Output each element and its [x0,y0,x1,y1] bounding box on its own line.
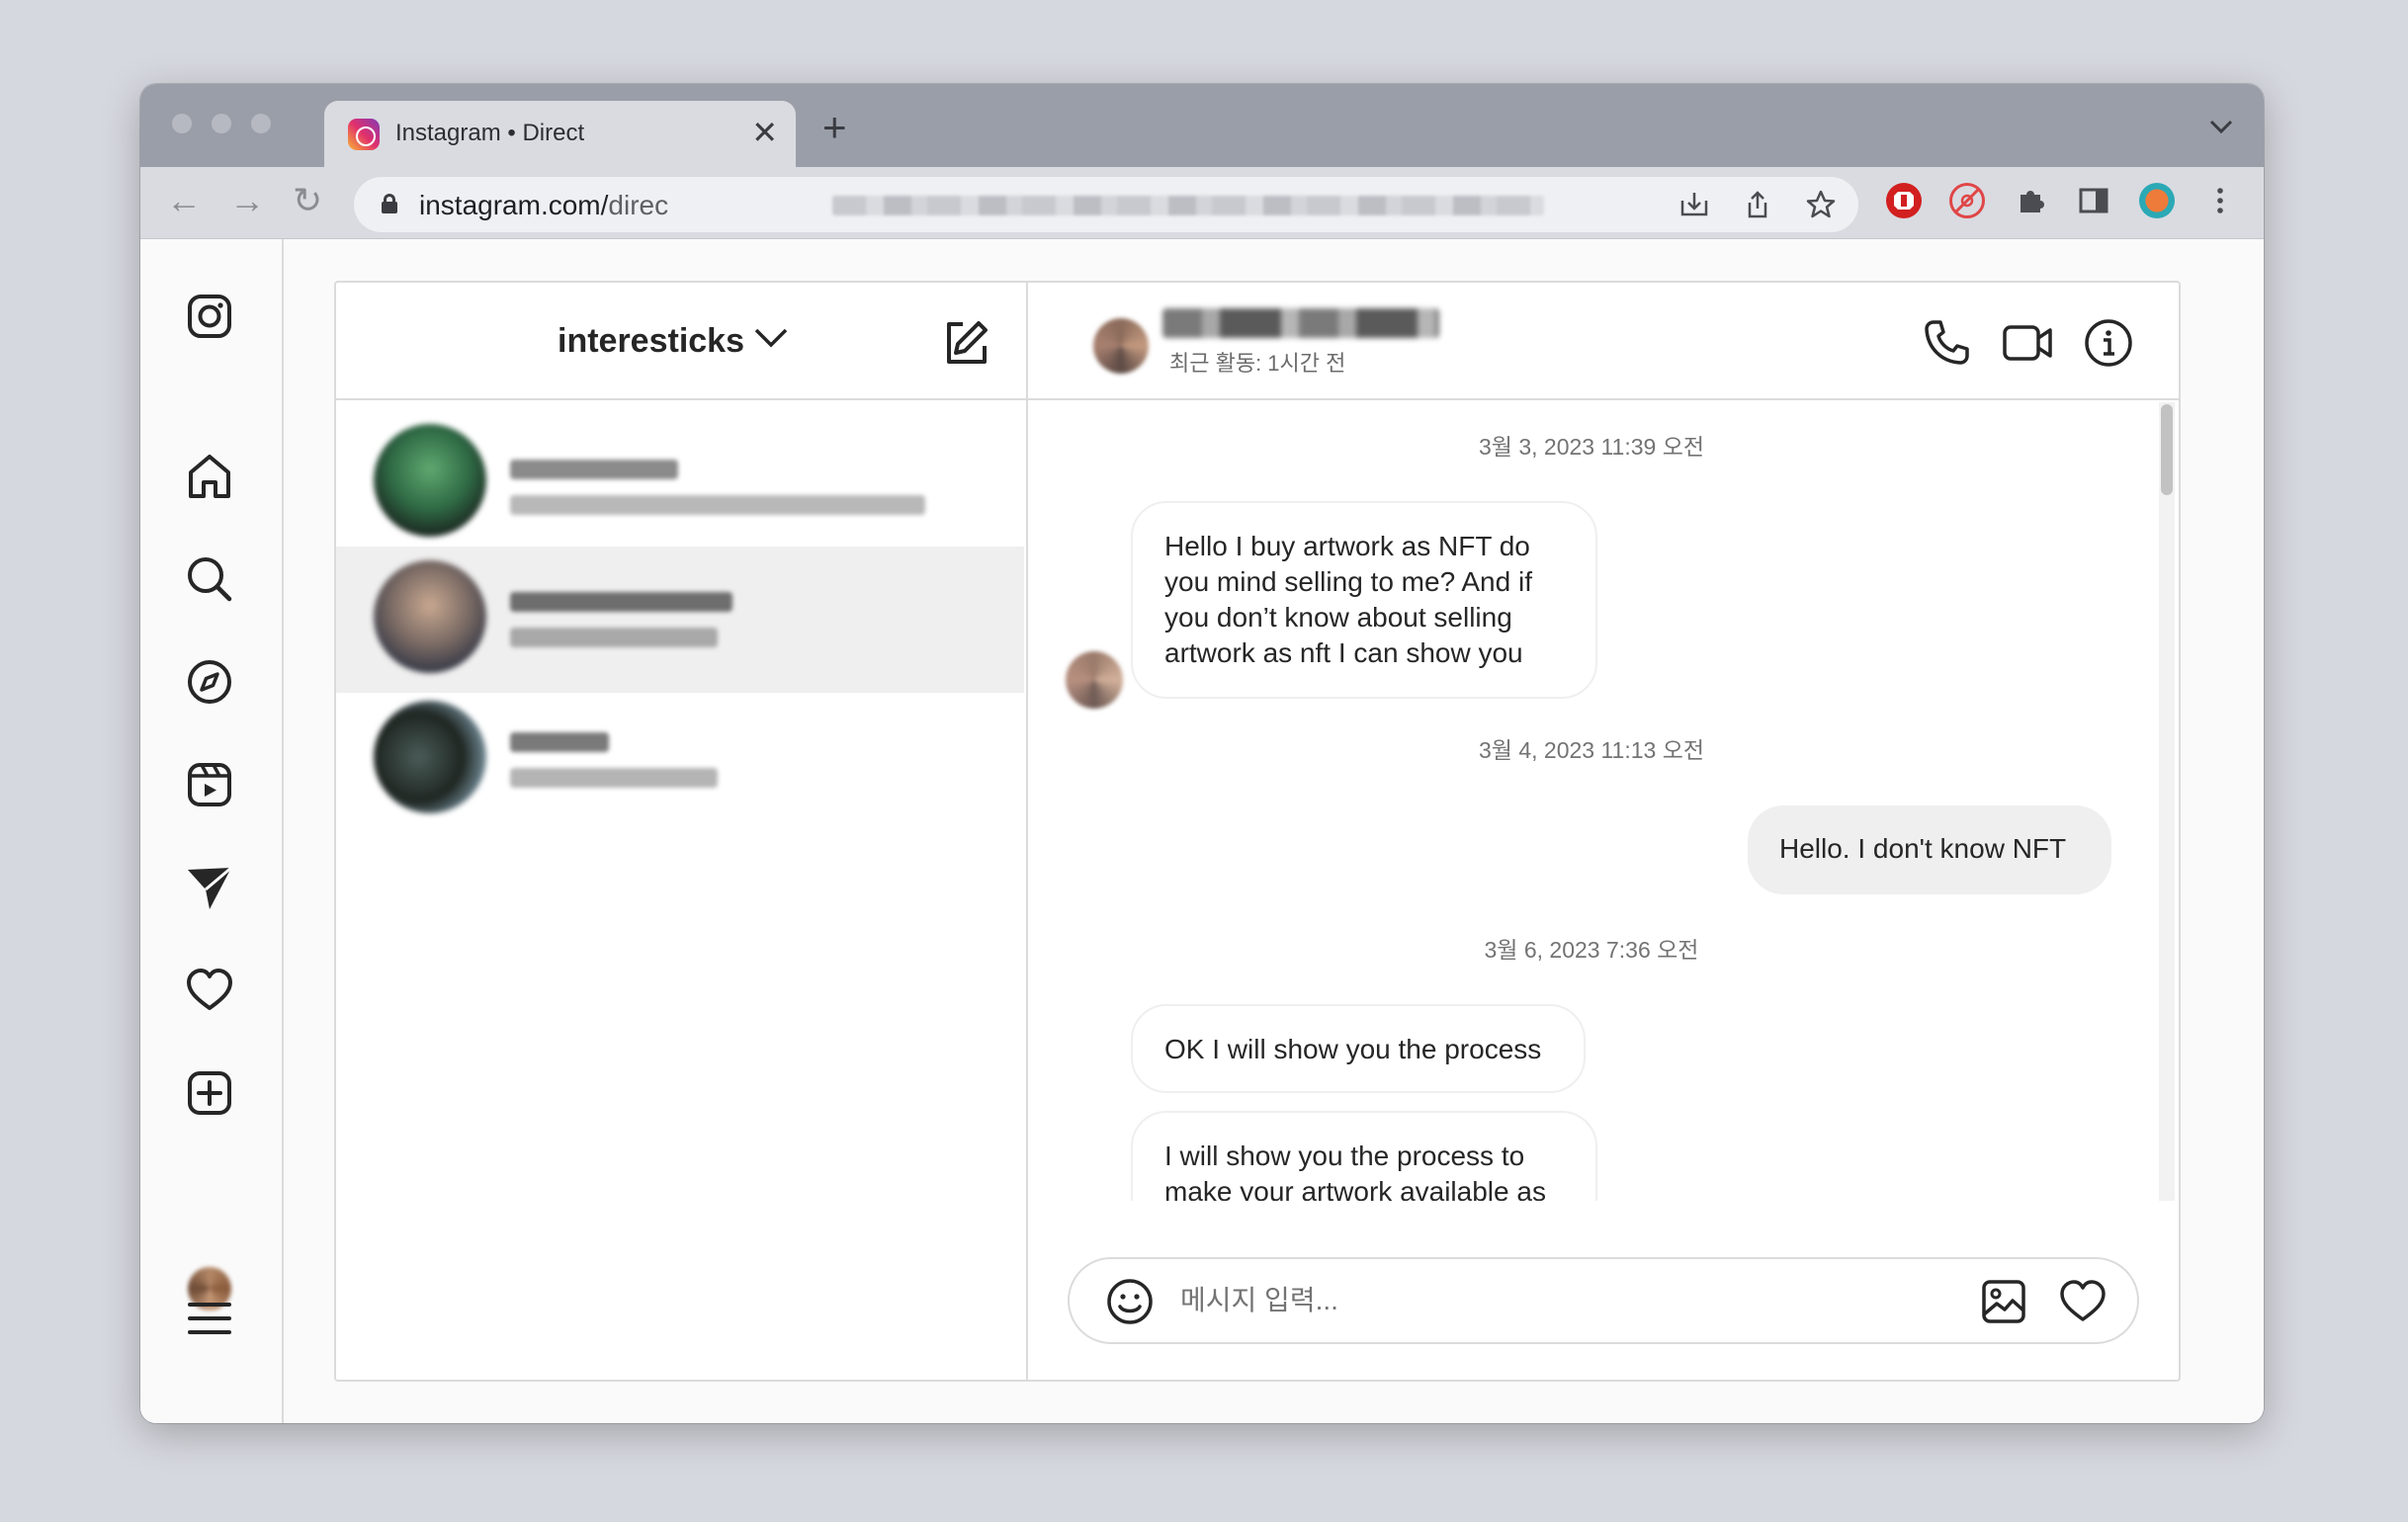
outgoing-message-bubble[interactable]: Hello. I don't know NFT [1748,805,2111,894]
last-active-status: 최근 활동: 1시간 전 [1169,351,1346,376]
sender-avatar[interactable] [1066,651,1123,709]
contact-avatar[interactable] [1093,318,1149,374]
browser-window: Instagram • Direct ✕ + ← → ↻ instagram.c… [140,84,2264,1423]
tab-title: Instagram • Direct [395,120,585,146]
inbox-header: interesticks [336,283,1026,400]
like-heart-icon[interactable] [2058,1277,2107,1326]
reload-button[interactable]: ↻ [293,181,322,220]
inbox-column: interesticks [336,283,1028,1380]
thread-name-redacted [510,460,678,479]
thread-name-redacted [510,732,609,752]
thread-avatar [374,560,486,673]
account-switcher-name[interactable]: interesticks [558,322,744,361]
image-upload-icon[interactable] [1979,1277,2028,1326]
browser-menu-icon[interactable] [2202,183,2238,218]
video-call-icon[interactable] [2001,316,2054,370]
emoji-picker-icon[interactable] [1105,1277,1155,1326]
address-bar[interactable]: instagram.com/direc [354,177,1858,232]
thread-preview-redacted [510,628,718,647]
install-icon[interactable] [1678,189,1710,227]
zoom-window-button[interactable] [251,114,271,133]
message-scrollbar[interactable] [2159,402,2175,1201]
instagram-favicon-icon [348,119,380,150]
thread-name-redacted [510,592,732,612]
selected-text-highlight: I buy artwork as NFT [1235,531,1492,561]
instagram-logo-icon[interactable] [184,291,235,342]
adblock-extension-icon[interactable] [1886,183,1922,218]
back-button[interactable]: ← [166,181,202,220]
instagram-page: interesticks 최근 활동: 1시간 전 3월 3, 2023 11:… [140,239,2264,1423]
reels-icon[interactable] [184,759,235,810]
conversation-column: 최근 활동: 1시간 전 3월 3, 2023 11:39 오전 Hello I… [1028,283,2179,1380]
message-timestamp: 3월 6, 2023 7:36 오전 [1484,937,1699,963]
message-list[interactable]: 3월 3, 2023 11:39 오전 Hello I buy artwork … [1028,400,2155,1201]
lock-icon [382,194,397,213]
scrollbar-thumb[interactable] [2161,404,2173,495]
incoming-message-bubble[interactable]: I will show you the process to make your… [1131,1111,1597,1201]
message-timestamp: 3월 4, 2023 11:13 오전 [1478,737,1705,763]
thread-item[interactable] [336,400,1024,547]
message-composer [1068,1257,2139,1344]
direct-messages-icon[interactable] [184,862,235,913]
browser-toolbar: ← → ↻ instagram.com/direc [140,167,2264,239]
create-plus-icon[interactable] [184,1067,235,1119]
tab-instagram-direct[interactable]: Instagram • Direct ✕ [324,101,796,167]
thread-item-selected[interactable] [336,547,1024,693]
home-icon[interactable] [184,451,235,502]
more-menu-icon[interactable] [184,1293,235,1344]
profile-avatar-icon[interactable] [2139,183,2175,218]
incoming-message-bubble[interactable]: Hello I buy artwork as NFT do you mind s… [1131,501,1597,699]
bookmark-star-icon[interactable] [1805,189,1837,227]
conversation-info-icon[interactable] [2082,316,2135,370]
tab-close-icon[interactable]: ✕ [751,113,778,152]
conversation-header: 최근 활동: 1시간 전 [1028,283,2179,400]
share-icon[interactable] [1742,189,1773,227]
thread-preview-redacted [510,495,925,515]
thread-preview-redacted [510,768,718,788]
thread-item[interactable] [336,693,1024,839]
explore-compass-icon[interactable] [184,656,235,708]
close-window-button[interactable] [172,114,192,133]
direct-messages-panel: interesticks 최근 활동: 1시간 전 3월 3, 2023 11:… [334,281,2181,1382]
url-text: instagram.com/direc [419,190,669,220]
chevron-down-icon[interactable] [752,322,790,354]
extensions-puzzle-icon[interactable] [2013,183,2048,218]
new-tab-button[interactable]: + [822,107,847,148]
incoming-message-bubble[interactable]: OK I will show you the process [1131,1004,1586,1093]
notifications-heart-icon[interactable] [184,965,235,1016]
tab-bar: Instagram • Direct ✕ + [140,84,2264,167]
contact-name-redacted[interactable] [1162,308,1439,338]
side-panel-icon[interactable] [2076,183,2111,218]
forward-button[interactable]: → [229,181,265,220]
tab-search-chevron-icon[interactable] [2208,112,2234,142]
message-input[interactable] [1180,1279,1971,1322]
message-timestamp: 3월 3, 2023 11:39 오전 [1478,434,1705,460]
thread-avatar [374,424,486,537]
instagram-sidebar [140,239,284,1423]
voice-call-icon[interactable] [1920,316,1973,370]
new-message-compose-icon[interactable] [941,318,990,368]
thread-avatar [374,701,486,813]
minimize-window-button[interactable] [212,114,231,133]
url-redacted [832,196,1544,215]
search-icon[interactable] [184,553,235,605]
blocker-extension-icon[interactable] [1949,183,1985,218]
